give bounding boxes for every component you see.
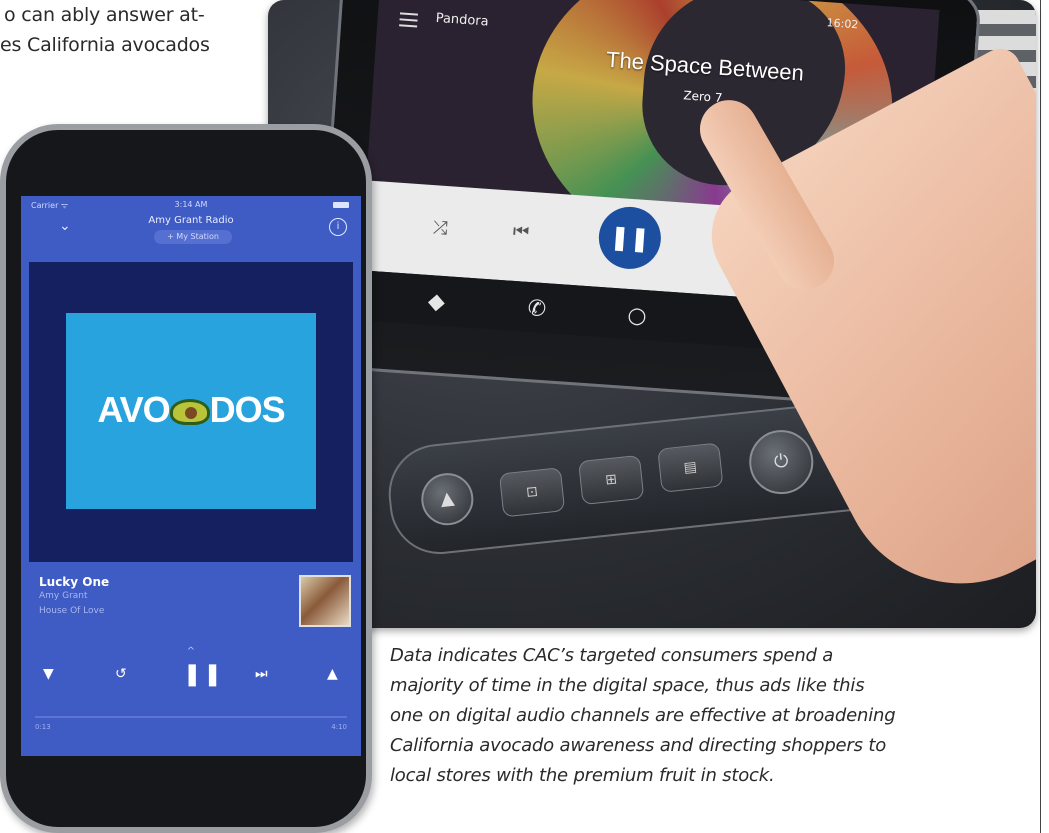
pause-icon[interactable]: ❚❚	[183, 662, 224, 687]
media-button[interactable]: ▤	[657, 442, 724, 493]
intro-text: o can ably answer at- es California avoc…	[0, 0, 270, 60]
my-station-button[interactable]: + My Station	[154, 230, 232, 244]
navigation-icon[interactable]: ◆	[427, 289, 446, 315]
status-bar: Carrier ᯤ 3:14 AM	[21, 196, 361, 212]
hazard-button[interactable]: ▲	[418, 470, 476, 528]
info-icon[interactable]: i	[329, 218, 347, 236]
progress-bar[interactable]	[35, 716, 347, 718]
power-icon[interactable]: ⏻	[746, 426, 817, 498]
avocado-icon	[169, 399, 210, 425]
intro-line: o can ably answer at-	[4, 4, 205, 26]
phone-icon[interactable]: ✆	[527, 296, 547, 322]
column-rule	[1040, 0, 1041, 833]
total-time: 4:10	[331, 723, 347, 731]
thumbs-up-icon[interactable]: ▲	[327, 666, 338, 682]
caption-line: Data indicates CAC’s targeted consumers …	[390, 645, 834, 666]
album-thumbnail[interactable]	[299, 575, 351, 627]
pandora-app-screen: Carrier ᯤ 3:14 AM ⌄ Amy Grant Radio + My…	[21, 196, 361, 756]
smartphone: Carrier ᯤ 3:14 AM ⌄ Amy Grant Radio + My…	[0, 124, 372, 833]
caption-line: local stores with the premium fruit in s…	[390, 765, 775, 786]
elapsed-time: 0:13	[35, 723, 51, 731]
shuffle-icon[interactable]: ⤮	[432, 217, 448, 239]
intro-line: es California avocados	[0, 34, 210, 56]
artist-name: Amy Grant	[39, 591, 88, 601]
pause-icon[interactable]: ❚❚	[596, 204, 663, 271]
home-icon[interactable]: ○	[627, 303, 648, 329]
avocados-ad: AVO DOS	[66, 313, 316, 509]
song-title: Lucky One	[39, 575, 110, 589]
grid-button[interactable]: ⊞	[578, 454, 645, 506]
caption-line: California avocado awareness and directi…	[390, 735, 887, 756]
photo-caption: Data indicates CAC’s targeted consumers …	[390, 641, 1030, 791]
thumbs-down-icon[interactable]: ▼	[43, 666, 54, 682]
app-name: Pandora	[435, 10, 490, 30]
chevron-up-icon[interactable]: ^	[21, 646, 361, 657]
avocados-logo: AVO DOS	[97, 389, 285, 430]
car-button[interactable]: ⊡	[498, 467, 566, 518]
caption-line: one on digital audio channels are effect…	[390, 705, 896, 726]
album-name: House Of Love	[39, 606, 105, 616]
station-title: Amy Grant Radio	[148, 215, 234, 226]
caption-line: majority of time in the digital space, t…	[390, 675, 865, 696]
status-time: 16:02	[826, 16, 859, 32]
menu-icon[interactable]	[399, 12, 419, 28]
skip-icon[interactable]: ⏭	[255, 666, 268, 682]
car-dashboard-photo: Pandora 16:02 The Space Between Zero 7 ⤮…	[268, 0, 1036, 628]
previous-icon[interactable]: ⏮	[512, 221, 530, 243]
status-time: 3:14 AM	[174, 200, 208, 209]
battery-icon	[333, 202, 349, 208]
replay-icon[interactable]: ↺	[115, 666, 127, 682]
